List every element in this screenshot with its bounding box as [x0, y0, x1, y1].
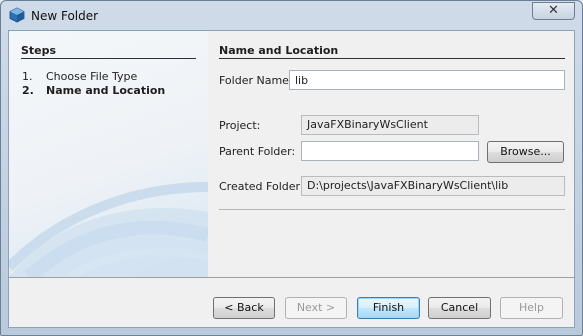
cancel-button[interactable]: Cancel — [428, 297, 491, 319]
step-number: 2. — [22, 84, 34, 97]
parent-folder-label: Parent Folder: — [219, 145, 296, 158]
button-bar-divider — [9, 277, 574, 278]
content-panel: Name and Location Folder Name: Project: … — [208, 31, 574, 277]
steps-heading: Steps — [21, 44, 57, 57]
step-label: Choose File Type — [46, 70, 138, 83]
project-field: JavaFXBinaryWsClient — [301, 115, 479, 135]
created-folder-label: Created Folder: — [219, 180, 304, 193]
decorative-swoosh — [9, 182, 208, 277]
step-number: 1. — [22, 70, 33, 83]
help-button[interactable]: Help — [500, 297, 563, 319]
window-title: New Folder — [31, 9, 99, 23]
step-item-1: 1. Choose File Type — [22, 70, 137, 83]
finish-button[interactable]: Finish — [357, 297, 420, 319]
steps-divider — [21, 58, 196, 59]
content-divider — [219, 209, 565, 210]
step-item-2: 2. Name and Location — [22, 84, 165, 97]
step-label: Name and Location — [46, 84, 166, 97]
new-folder-dialog: New Folder ✕ Steps 1. Choose File Type 2.… — [0, 0, 583, 336]
created-folder-field: D:\projects\JavaFXBinaryWsClient\lib — [301, 176, 565, 196]
browse-button[interactable]: Browse... — [487, 141, 564, 163]
next-button[interactable]: Next > — [285, 297, 347, 319]
title-bar[interactable]: New Folder ✕ — [1, 1, 582, 30]
section-heading: Name and Location — [219, 44, 339, 57]
project-label: Project: — [219, 119, 261, 132]
netbeans-cube-icon — [9, 7, 25, 23]
folder-name-input[interactable] — [289, 70, 565, 90]
close-button[interactable]: ✕ — [532, 2, 575, 20]
dialog-body: Steps 1. Choose File Type 2. Name and Loca… — [8, 30, 575, 328]
steps-panel: Steps 1. Choose File Type 2. Name and Loca… — [9, 31, 208, 277]
parent-folder-input[interactable] — [301, 141, 479, 161]
close-icon: ✕ — [548, 3, 559, 18]
back-button[interactable]: < Back — [213, 297, 275, 319]
folder-name-label: Folder Name: — [219, 74, 293, 87]
section-divider — [219, 58, 565, 59]
